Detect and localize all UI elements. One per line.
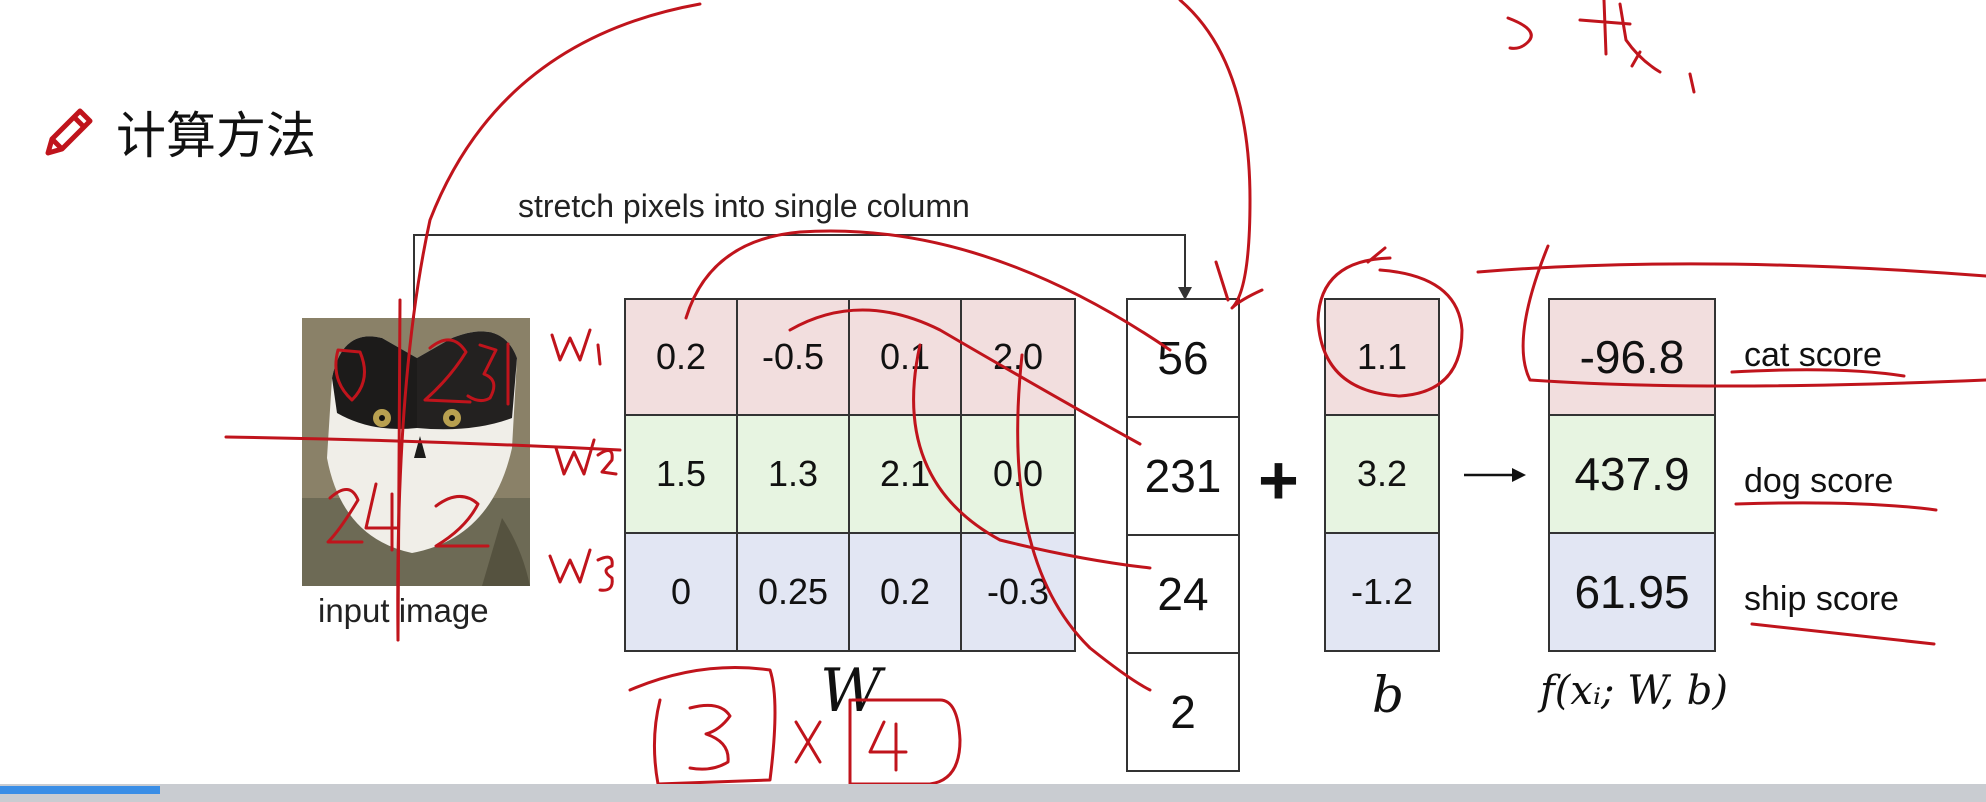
handwritten-annotations — [224, 0, 1986, 799]
progress-bar[interactable] — [0, 786, 160, 794]
bottom-toolbar — [0, 784, 1986, 802]
